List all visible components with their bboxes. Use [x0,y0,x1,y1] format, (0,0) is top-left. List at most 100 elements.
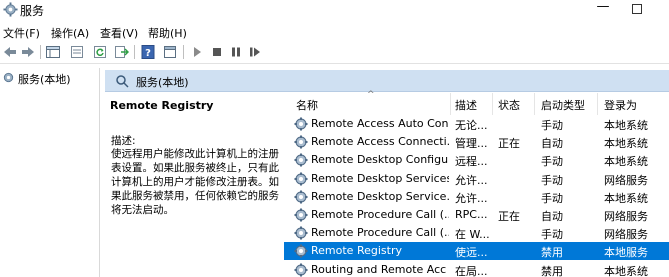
start-service-icon[interactable] [189,44,205,60]
column-header-name[interactable]: 名称 [296,97,318,113]
column-divider[interactable] [450,93,451,115]
column-divider[interactable] [534,93,535,115]
services-gear-icon [3,72,14,83]
service-row[interactable]: Remote Desktop Services 允许... 手动 网络服务 [284,170,669,188]
service-name: Remote Access Auto Con... [311,117,449,130]
title-bar: 服务 — [0,0,669,20]
sort-ascending-icon: ^ [367,90,375,100]
console-tree-icon[interactable] [45,44,61,60]
service-description: 在局... [455,264,488,277]
restart-service-icon[interactable] [247,44,263,60]
service-row[interactable]: Remote Access Connecti... 管理... 正在 自动 本地系统 [284,133,669,151]
maximize-button[interactable] [632,4,642,14]
service-description: 允许... [455,191,488,205]
service-startup-type: 手动 [541,191,563,205]
service-name: Remote Registry [311,244,402,258]
forward-arrow-icon[interactable] [20,44,36,60]
service-gear-icon [294,226,308,240]
service-log-on-as: 网络服务 [604,210,648,223]
pause-service-icon[interactable] [228,44,244,60]
service-row[interactable]: Remote Desktop Service... 允许... 手动 本地系统 [284,188,669,206]
minimize-button[interactable]: — [596,0,610,18]
service-log-on-as: 网络服务 [604,228,648,242]
service-name: Remote Procedure Call (... [311,226,449,240]
search-services-icon [116,75,129,88]
service-description: 无论... [455,119,488,132]
service-name: Remote Procedure Call (... [311,208,449,221]
column-header-log-on-as[interactable]: 登录为 [604,97,637,113]
description-text: 使远程用户能修改此计算机上的注册表设置。如果此服务被终止，只有此计算机上的用户才… [111,148,279,216]
toolbar: ? [0,40,669,64]
service-status: 正在 [498,210,520,223]
service-row[interactable]: Routing and Remote Acc 在局... 禁用 本地系统 [284,261,669,277]
service-gear-icon [294,244,308,258]
service-description: 在 W... [455,228,490,242]
service-startup-type: 禁用 [541,246,563,260]
menu-view[interactable]: 查看(V) [100,25,138,41]
toolbar-separator [40,45,41,59]
service-log-on-as: 网络服务 [604,173,648,187]
column-divider[interactable] [492,93,493,115]
service-description: 管理... [455,137,488,151]
service-name: Remote Desktop Service... [311,189,449,203]
pane-header-title: 服务(本地) [136,76,189,89]
service-name: Remote Access Connecti... [311,135,449,149]
service-gear-icon [294,263,308,277]
service-name: Remote Desktop Services [311,171,449,185]
service-gear-icon [294,153,308,167]
refresh-icon[interactable] [92,44,108,60]
service-row[interactable]: Remote Desktop Configu... 远程... 手动 本地系统 [284,151,669,169]
help-icon[interactable]: ? [140,44,156,60]
column-header-startup-type[interactable]: 启动类型 [541,97,585,113]
service-name: Remote Desktop Configu... [311,153,449,167]
tree-item-label: 服务(本地) [18,73,71,86]
service-name: Routing and Remote Acc [311,262,447,276]
service-startup-type: 手动 [541,173,563,187]
description-label: 描述: [111,135,136,147]
back-arrow-icon[interactable] [2,44,18,60]
export-list-icon[interactable] [113,44,129,60]
service-log-on-as: 本地系统 [604,155,648,169]
service-startup-type: 自动 [541,210,563,223]
window-title: 服务 [20,4,45,18]
service-gear-icon [294,135,308,149]
service-row[interactable]: Remote Procedure Call (... 在 W... 手动 网络服务 [284,224,669,242]
service-log-on-as: 本地服务 [604,246,648,260]
service-row[interactable]: Remote Access Auto Con... 无论... 手动 本地系统 [284,115,669,133]
column-header-status[interactable]: 状态 [498,97,520,113]
service-gear-icon [294,190,308,204]
service-startup-type: 手动 [541,119,563,132]
tree-item-services-local[interactable]: 服务(本地) [1,70,97,87]
service-startup-type: 手动 [541,228,563,242]
service-gear-icon [294,117,308,131]
description-panel: Remote Registry 描述: 使远程用户能修改此计算机上的注册表设置。… [105,93,283,277]
service-gear-icon [294,208,308,222]
console-icon[interactable] [162,44,178,60]
services-list: ^ 名称 描述 状态 启动类型 登录为 Remote Access Auto C… [284,90,669,277]
stop-service-icon[interactable] [209,44,225,60]
service-row[interactable]: Remote Procedure Call (... RPC... 正在 自动 网络服务 [284,206,669,224]
service-row[interactable]: Remote Registry 使远... 禁用 本地服务 [284,242,669,261]
column-divider[interactable] [597,93,598,115]
service-status: 正在 [498,137,520,151]
service-startup-type: 禁用 [541,264,563,277]
properties-icon[interactable] [69,44,85,60]
selected-service-title: Remote Registry [110,99,214,112]
console-tree: 服务(本地) [0,68,100,277]
column-header-description[interactable]: 描述 [455,97,477,113]
service-description: RPC... [455,208,488,221]
service-gear-icon [294,172,308,186]
menu-file[interactable]: 文件(F) [3,25,40,41]
menu-action[interactable]: 操作(A) [51,25,89,41]
service-log-on-as: 本地系统 [604,191,648,205]
service-log-on-as: 本地系统 [604,137,648,151]
service-description: 允许... [455,173,488,187]
svg-text:?: ? [145,48,151,59]
service-startup-type: 手动 [541,155,563,169]
service-log-on-as: 本地系统 [604,119,648,132]
menu-help[interactable]: 帮助(H) [148,25,187,41]
services-gear-icon [3,2,18,17]
service-log-on-as: 本地系统 [604,264,648,277]
menu-bar: 文件(F) 操作(A) 查看(V) 帮助(H) [0,22,669,40]
toolbar-separator [183,45,184,59]
